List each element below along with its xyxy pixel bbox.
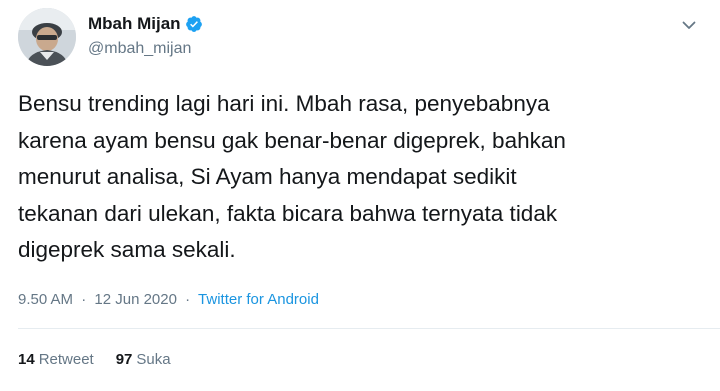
tweet-source-link[interactable]: Twitter for Android <box>198 291 319 308</box>
tweet-text: Bensu trending lagi hari ini. Mbah rasa,… <box>18 86 708 269</box>
tweet-text-line: tekanan dari ulekan, fakta bicara bahwa … <box>18 200 558 226</box>
tweet-metadata: 9.50 AM · 12 Jun 2020 · Twitter for Andr… <box>18 290 319 310</box>
retweets-count: 14 <box>18 351 35 368</box>
tweet-text-line: karena ayam bensu gak benar-benar digepr… <box>18 127 566 153</box>
avatar-image <box>18 8 76 66</box>
meta-separator: · <box>81 291 87 308</box>
tweet-date[interactable]: 12 Jun 2020 <box>94 291 177 308</box>
author-handle[interactable]: @mbah_mijan <box>88 38 203 60</box>
tweet-text-line: menurut analisa, Si Ayam hanya mendapat … <box>18 164 517 189</box>
retweets-stat[interactable]: 14 Retweet <box>18 350 94 370</box>
meta-separator: · <box>185 291 191 308</box>
verified-badge-icon <box>185 15 203 33</box>
author-name[interactable]: Mbah Mijan <box>88 12 181 36</box>
tweet-text-line: digeprek sama sekali. <box>18 237 236 262</box>
tweet-text-line: Bensu trending lagi hari ini. Mbah rasa,… <box>18 91 550 116</box>
chevron-down-icon[interactable] <box>680 16 698 34</box>
tweet-time[interactable]: 9.50 AM <box>18 291 73 308</box>
likes-stat[interactable]: 97 Suka <box>116 350 171 370</box>
divider <box>18 328 720 329</box>
tweet-card: Mbah Mijan @mbah_mijan Bensu trending la… <box>0 0 720 391</box>
likes-count: 97 <box>115 351 133 368</box>
likes-label: Suka <box>136 351 171 368</box>
retweets-label: Retweet <box>38 351 94 368</box>
tweet-stats: 14 Retweet 97 Suka <box>18 350 193 370</box>
avatar[interactable] <box>18 8 76 66</box>
author-info: Mbah Mijan @mbah_mijan <box>88 12 203 60</box>
